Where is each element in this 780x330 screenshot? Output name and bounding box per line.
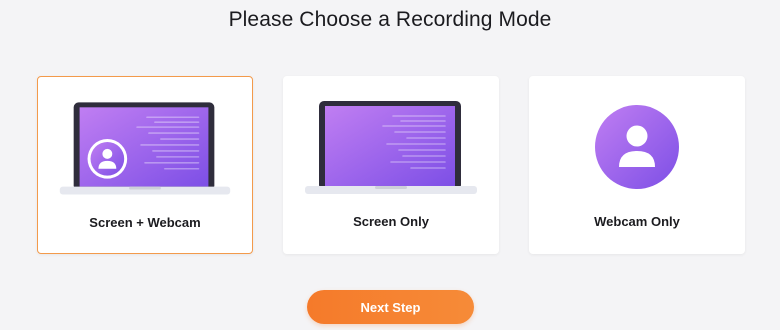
page-title: Please Choose a Recording Mode	[228, 8, 552, 31]
mode-card-screen-only[interactable]: Screen Only	[283, 76, 499, 254]
laptop-webcam-illustration	[59, 102, 231, 195]
next-step-button[interactable]: Next Step	[307, 290, 474, 324]
mode-label-webcam-only: Webcam Only	[594, 214, 680, 229]
mode-card-webcam-only[interactable]: Webcam Only	[529, 76, 745, 254]
user-avatar-icon	[595, 105, 679, 189]
mode-label-screen-only: Screen Only	[353, 214, 429, 229]
laptop-icon	[305, 101, 477, 194]
mode-label-screen-webcam: Screen + Webcam	[89, 215, 201, 230]
webcam-avatar-icon	[87, 139, 128, 179]
mode-card-screen-webcam[interactable]: Screen + Webcam	[37, 76, 253, 254]
